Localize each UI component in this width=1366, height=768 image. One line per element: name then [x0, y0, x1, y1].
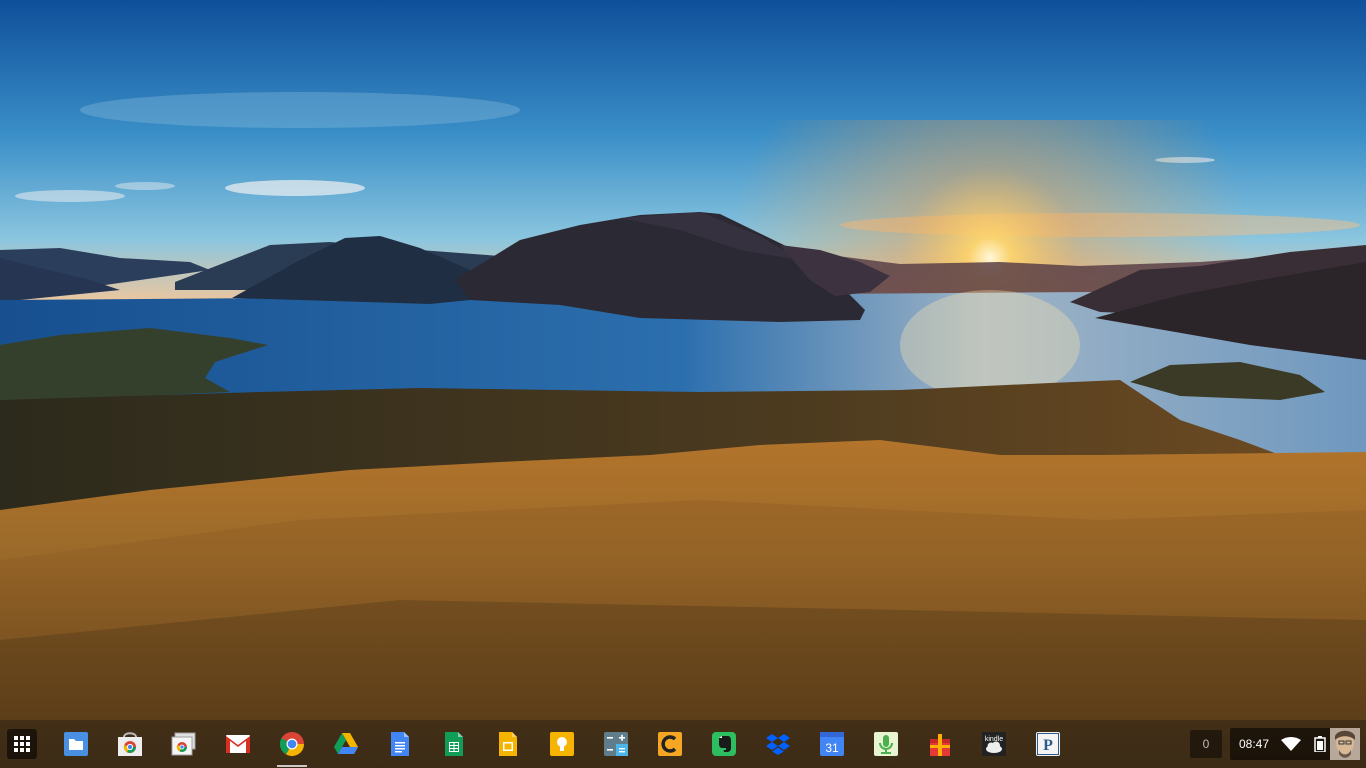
app-launcher-button[interactable]	[7, 729, 37, 759]
dropbox-icon	[766, 734, 790, 755]
evernote-icon	[712, 732, 736, 756]
app-launcher-grid-icon	[14, 736, 30, 752]
shelf-app-sheets[interactable]	[441, 731, 467, 757]
chrome-icon	[279, 732, 304, 757]
shelf-app-browser-windows[interactable]	[171, 731, 197, 757]
shelf-app-calendar[interactable]: 31	[819, 731, 845, 757]
files-folder-icon	[64, 732, 88, 756]
shelf-app-voice-recorder[interactable]	[873, 731, 899, 757]
kindle-cloud-reader-icon: kindle	[982, 732, 1006, 756]
google-docs-icon	[391, 732, 409, 756]
google-calendar-icon: 31	[820, 732, 844, 756]
shelf-app-drive[interactable]	[333, 731, 359, 757]
caret-editor-icon	[658, 732, 682, 756]
voice-recorder-icon	[874, 732, 898, 756]
kindle-label: kindle	[985, 736, 1003, 743]
calendar-date-label: 31	[825, 741, 839, 755]
clock: 08:47	[1239, 737, 1270, 751]
shelf: 31 kindle P 0 08:47	[0, 720, 1366, 768]
desktop-wallpaper	[0, 0, 1366, 768]
calculator-icon	[604, 732, 628, 756]
shelf-app-web-store[interactable]	[117, 731, 143, 757]
shelf-app-evernote[interactable]	[711, 731, 737, 757]
shelf-app-gift[interactable]	[927, 731, 953, 757]
chrome-web-store-icon	[118, 732, 142, 756]
shelf-app-dropbox[interactable]	[765, 731, 791, 757]
notification-count: 0	[1202, 737, 1210, 751]
shelf-app-pandora[interactable]: P	[1035, 731, 1061, 757]
shelf-app-slides[interactable]	[495, 731, 521, 757]
gmail-icon	[226, 735, 250, 753]
google-keep-icon	[550, 732, 574, 756]
shelf-app-caret[interactable]	[657, 731, 683, 757]
shelf-app-calculator[interactable]	[603, 731, 629, 757]
google-slides-icon	[499, 732, 517, 756]
pandora-letter: P	[1043, 737, 1053, 754]
google-sheets-icon	[445, 732, 463, 756]
shelf-app-gmail[interactable]	[225, 731, 251, 757]
gift-box-icon	[930, 734, 950, 756]
google-drive-icon	[334, 733, 358, 754]
user-avatar-icon	[1330, 728, 1360, 760]
shelf-app-docs[interactable]	[387, 731, 413, 757]
pandora-icon: P	[1036, 732, 1060, 756]
shelf-app-files[interactable]	[63, 731, 89, 757]
status-tray[interactable]: 08:47	[1230, 728, 1360, 760]
shelf-app-keep[interactable]	[549, 731, 575, 757]
battery-icon	[1314, 736, 1326, 752]
notifications-button[interactable]: 0	[1190, 730, 1222, 758]
browser-windows-icon	[171, 732, 196, 756]
shelf-app-kindle[interactable]: kindle	[981, 731, 1007, 757]
shelf-app-chrome[interactable]	[277, 731, 307, 767]
wifi-icon	[1281, 737, 1301, 751]
running-indicator	[277, 765, 307, 767]
